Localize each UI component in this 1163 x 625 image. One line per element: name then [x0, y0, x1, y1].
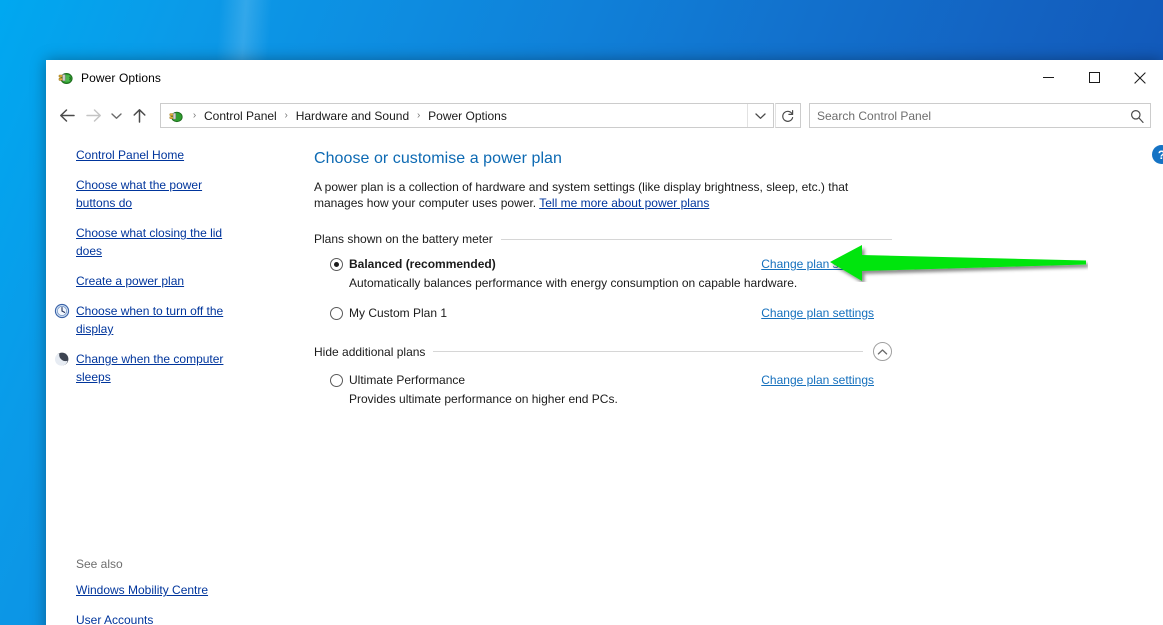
plan-row: My Custom Plan 1 Change plan settings — [330, 306, 874, 321]
taskpane-item-power-buttons[interactable]: Choose what the power buttons do — [46, 170, 256, 218]
minimize-button[interactable] — [1025, 60, 1071, 95]
navigation-bar: › Control Panel › Hardware and Sound › P… — [46, 95, 1163, 136]
radio-my-custom-plan-1[interactable] — [330, 307, 343, 320]
plan-name-ultimate-performance[interactable]: Ultimate Performance — [349, 373, 465, 388]
search-box[interactable] — [809, 103, 1151, 128]
change-plan-settings-my-custom-plan-1[interactable]: Change plan settings — [761, 306, 874, 321]
power-options-window: Power Options › Control Panel › Hardware… — [46, 60, 1163, 625]
breadcrumb-power-plug-icon — [167, 108, 183, 124]
plan-description-ultimate-performance: Provides ultimate performance on higher … — [349, 392, 618, 406]
address-bar[interactable]: › Control Panel › Hardware and Sound › P… — [160, 103, 774, 128]
plan-description-balanced: Automatically balances performance with … — [349, 276, 798, 290]
plan-item-balanced: Balanced (recommended) Change plan setti… — [314, 257, 874, 291]
breadcrumb-item-control-panel[interactable]: Control Panel — [202, 109, 279, 123]
breadcrumb-separator: › — [284, 109, 288, 121]
back-button[interactable] — [54, 103, 80, 129]
help-glyph: ? — [1158, 148, 1163, 162]
window-body: Control Panel Home Choose what the power… — [46, 136, 1163, 625]
group-header-rule — [500, 238, 892, 240]
tell-me-more-link[interactable]: Tell me more about power plans — [539, 196, 709, 210]
breadcrumb-separator: › — [192, 109, 197, 121]
up-button[interactable] — [126, 103, 152, 129]
radio-ultimate-performance[interactable] — [330, 374, 343, 387]
breadcrumb-item-hardware-and-sound[interactable]: Hardware and Sound — [294, 109, 411, 123]
change-plan-settings-balanced[interactable]: Change plan settings — [761, 257, 874, 272]
breadcrumb-separator: › — [416, 109, 421, 121]
plan-item-my-custom-plan-1: My Custom Plan 1 Change plan settings — [314, 306, 874, 321]
address-dropdown-chevron-down-icon[interactable] — [747, 104, 773, 127]
chevron-up-icon[interactable] — [873, 342, 892, 361]
moon-icon — [54, 351, 70, 367]
search-input[interactable] — [810, 108, 1124, 123]
group-header-label: Plans shown on the battery meter — [314, 232, 493, 246]
clock-icon — [54, 303, 70, 319]
plan-name-my-custom-plan-1[interactable]: My Custom Plan 1 — [349, 306, 447, 321]
content-pane: ? Choose or customise a power plan A pow… — [268, 136, 1163, 625]
plan-item-ultimate-performance: Ultimate Performance Change plan setting… — [314, 373, 874, 407]
see-also-item-windows-mobility-centre[interactable]: Windows Mobility Centre — [46, 575, 256, 605]
forward-button — [80, 103, 106, 129]
help-icon[interactable]: ? — [1152, 145, 1163, 164]
page-title: Choose or customise a power plan — [314, 150, 562, 167]
taskpane-item-computer-sleeps[interactable]: Change when the computer sleeps — [46, 344, 256, 392]
group-header-additional-plans: Hide additional plans — [314, 342, 892, 361]
group-header-rule — [433, 351, 863, 352]
page-description: A power plan is a collection of hardware… — [314, 179, 896, 211]
task-pane: Control Panel Home Choose what the power… — [46, 136, 268, 625]
window-titlebar: Power Options — [46, 60, 1163, 95]
window-title: Power Options — [81, 70, 162, 85]
group-header-label: Hide additional plans — [314, 344, 426, 359]
search-icon[interactable] — [1124, 104, 1150, 127]
see-also-title: See also — [76, 557, 123, 571]
desktop-background: Power Options › Control Panel › Hardware… — [0, 0, 1163, 625]
breadcrumb-item-power-options[interactable]: Power Options — [426, 109, 509, 123]
taskpane-item-create-power-plan[interactable]: Create a power plan — [46, 266, 256, 296]
recent-locations-chevron-down-icon[interactable] — [106, 103, 126, 129]
taskpane-item-turn-off-display[interactable]: Choose when to turn off the display — [46, 296, 256, 344]
taskpane-item-control-panel-home[interactable]: Control Panel Home — [46, 144, 256, 170]
power-plug-icon — [56, 69, 73, 86]
see-also-section: See also Windows Mobility Centre User Ac… — [46, 557, 268, 625]
taskpane-item-label: Choose when to turn off the display — [76, 304, 224, 336]
change-plan-settings-ultimate-performance[interactable]: Change plan settings — [761, 373, 874, 388]
close-button[interactable] — [1117, 60, 1163, 95]
see-also-item-user-accounts[interactable]: User Accounts — [46, 605, 256, 625]
radio-balanced[interactable] — [330, 258, 343, 271]
refresh-button[interactable] — [775, 103, 801, 128]
plan-row: Balanced (recommended) Change plan setti… — [330, 257, 874, 272]
taskpane-item-closing-lid[interactable]: Choose what closing the lid does — [46, 218, 256, 266]
plan-name-balanced[interactable]: Balanced (recommended) — [349, 257, 496, 272]
maximize-button[interactable] — [1071, 60, 1117, 95]
plan-row: Ultimate Performance Change plan setting… — [330, 373, 874, 388]
taskpane-item-label: Change when the computer sleeps — [76, 352, 224, 384]
group-header-battery-plans: Plans shown on the battery meter — [314, 232, 892, 246]
